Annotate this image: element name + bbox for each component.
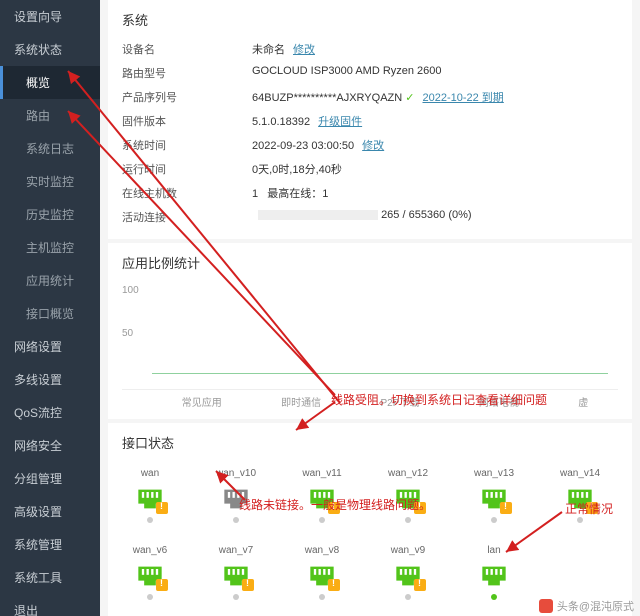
ethernet-port-icon: [222, 487, 250, 511]
interface-label: wan_v10: [208, 468, 264, 479]
sidebar-item-10[interactable]: 网络设置: [0, 330, 100, 363]
ethernet-port-icon: [394, 564, 422, 588]
modify-time-link[interactable]: 修改: [362, 140, 384, 152]
app-ratio-panel: 应用比例统计 100 50 常见应用 即时通信 P2P下载 网络电视 虚: [108, 243, 632, 419]
status-dot: [577, 517, 583, 523]
upgrade-firmware-link[interactable]: 升级固件: [318, 116, 362, 128]
sidebar-item-4[interactable]: 系统日志: [0, 132, 100, 165]
row-uptime: 运行时间 0天,0时,18分,40秒: [122, 157, 618, 181]
system-title: 系统: [122, 10, 618, 29]
row-serial: 产品序列号 64BUZP**********AJXRYQAZN ✓2022-10…: [122, 85, 618, 109]
ethernet-port-icon: [394, 487, 422, 511]
interface-label: wan_v6: [122, 545, 178, 556]
status-dot: [491, 517, 497, 523]
sidebar-item-14[interactable]: 分组管理: [0, 462, 100, 495]
interface-wan_v9[interactable]: wan_v9: [380, 545, 436, 600]
interface-wan_v8[interactable]: wan_v8: [294, 545, 350, 600]
conn-progress: [258, 210, 378, 220]
interface-wan_v13[interactable]: wan_v13: [466, 468, 522, 523]
status-dot: [405, 594, 411, 600]
modify-name-link[interactable]: 修改: [293, 44, 315, 56]
app-ratio-title: 应用比例统计: [122, 253, 618, 272]
interface-label: wan_v8: [294, 545, 350, 556]
interface-wan_v6[interactable]: wan_v6: [122, 545, 178, 600]
ethernet-port-icon: [308, 487, 336, 511]
warning-icon: [242, 579, 254, 591]
ethernet-port-icon: [308, 564, 336, 588]
app-ratio-chart: 100 50: [122, 280, 618, 390]
system-panel: 系统 设备名 未命名修改 路由型号 GOCLOUD ISP3000 AMD Ry…: [108, 0, 632, 239]
interface-title: 接口状态: [122, 433, 618, 452]
interface-label: wan_v14: [552, 468, 608, 479]
sidebar-item-2[interactable]: 概览: [0, 66, 100, 99]
row-firmware: 固件版本 5.1.0.18392升级固件: [122, 109, 618, 133]
sidebar-item-15[interactable]: 高级设置: [0, 495, 100, 528]
row-model: 路由型号 GOCLOUD ISP3000 AMD Ryzen 2600: [122, 61, 618, 85]
sidebar-item-9[interactable]: 接口概览: [0, 297, 100, 330]
interface-panel: 接口状态 wan wan_v10 wan_v11 wan_v12 wan_v13 wan_…: [108, 423, 632, 616]
sidebar-item-12[interactable]: QoS流控: [0, 396, 100, 429]
ethernet-port-icon: [136, 487, 164, 511]
interface-wan_v11[interactable]: wan_v11: [294, 468, 350, 523]
status-dot: [405, 517, 411, 523]
interface-wan[interactable]: wan: [122, 468, 178, 523]
row-device-name: 设备名 未命名修改: [122, 37, 618, 61]
sidebar-item-16[interactable]: 系统管理: [0, 528, 100, 561]
sidebar-item-17[interactable]: 系统工具: [0, 561, 100, 594]
chart-x-labels: 常见应用 即时通信 P2P下载 网络电视 虚: [122, 394, 618, 409]
warning-icon: [414, 579, 426, 591]
interface-wan_v10[interactable]: wan_v10: [208, 468, 264, 523]
row-hosts: 在线主机数 1 最高在线：1: [122, 181, 618, 205]
interface-label: wan_v9: [380, 545, 436, 556]
status-dot: [147, 517, 153, 523]
chart-baseline: [152, 373, 608, 374]
ethernet-port-icon: [136, 564, 164, 588]
interface-label: lan: [466, 545, 522, 556]
interface-label: wan_v11: [294, 468, 350, 479]
sidebar-item-13[interactable]: 网络安全: [0, 429, 100, 462]
ethernet-port-icon: [222, 564, 250, 588]
sidebar-item-5[interactable]: 实时监控: [0, 165, 100, 198]
sidebar-item-7[interactable]: 主机监控: [0, 231, 100, 264]
status-dot: [233, 517, 239, 523]
sidebar-item-1[interactable]: 系统状态: [0, 33, 100, 66]
ethernet-port-icon: [480, 564, 508, 588]
interface-label: wan_v12: [380, 468, 436, 479]
sidebar: 设置向导系统状态概览路由系统日志实时监控历史监控主机监控应用统计接口概览网络设置…: [0, 0, 100, 616]
warning-icon: [586, 502, 598, 514]
sidebar-item-3[interactable]: 路由: [0, 99, 100, 132]
row-conns: 活动连接 265 / 655360 (0%): [122, 205, 618, 229]
status-dot: [491, 594, 497, 600]
warning-icon: [156, 579, 168, 591]
sidebar-item-11[interactable]: 多线设置: [0, 363, 100, 396]
status-dot: [147, 594, 153, 600]
watermark: 头条@混沌原式: [539, 598, 634, 614]
status-dot: [233, 594, 239, 600]
interface-label: wan: [122, 468, 178, 479]
row-systime: 系统时间 2022-09-23 03:00:50修改: [122, 133, 618, 157]
status-dot: [319, 594, 325, 600]
warning-icon: [500, 502, 512, 514]
sidebar-item-18[interactable]: 退出: [0, 594, 100, 616]
main-content: 系统 设备名 未命名修改 路由型号 GOCLOUD ISP3000 AMD Ry…: [100, 0, 640, 616]
expiry-link[interactable]: 2022-10-22 到期: [422, 92, 503, 104]
warning-icon: [328, 502, 340, 514]
interface-label: wan_v7: [208, 545, 264, 556]
interface-wan_v7[interactable]: wan_v7: [208, 545, 264, 600]
interface-row-1: wan wan_v10 wan_v11 wan_v12 wan_v13 wan_v14: [122, 460, 618, 531]
ethernet-port-icon: [566, 487, 594, 511]
warning-icon: [328, 579, 340, 591]
interface-label: wan_v13: [466, 468, 522, 479]
interface-wan_v12[interactable]: wan_v12: [380, 468, 436, 523]
sidebar-item-8[interactable]: 应用统计: [0, 264, 100, 297]
sidebar-item-6[interactable]: 历史监控: [0, 198, 100, 231]
status-dot: [319, 517, 325, 523]
interface-wan_v14[interactable]: wan_v14: [552, 468, 608, 523]
warning-icon: [156, 502, 168, 514]
ethernet-port-icon: [480, 487, 508, 511]
interface-lan[interactable]: lan: [466, 545, 522, 600]
watermark-logo-icon: [539, 599, 553, 613]
sidebar-item-0[interactable]: 设置向导: [0, 0, 100, 33]
warning-icon: [414, 502, 426, 514]
